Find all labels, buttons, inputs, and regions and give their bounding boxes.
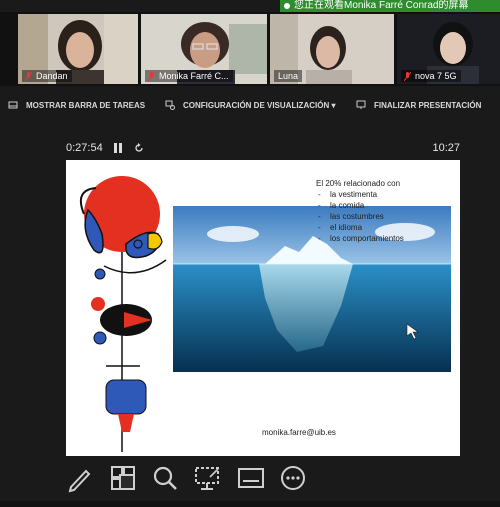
- bottom-strip: [0, 501, 500, 507]
- presentation-timer-row: 0:27:54 10:27: [66, 142, 460, 156]
- elapsed-time: 0:27:54: [66, 142, 103, 154]
- pen-tool-button[interactable]: [64, 463, 94, 493]
- end-presentation-label: FINALIZAR PRESENTACIÓN: [374, 100, 482, 110]
- participant-name: Luna: [274, 70, 303, 82]
- current-clock: 10:27: [432, 142, 460, 154]
- pen-icon: [68, 469, 91, 493]
- show-taskbar-label: MOSTRAR BARRA DE TAREAS: [26, 100, 146, 110]
- presenter-tools: [0, 460, 500, 496]
- slide-list-item: - la vestimenta: [318, 190, 378, 199]
- display-settings-button[interactable]: CONFIGURACIÓN DE VISUALIZACIÓN ▾: [165, 100, 335, 110]
- subtitles-button[interactable]: [236, 463, 266, 493]
- laser-pointer-button[interactable]: [192, 463, 222, 493]
- more-options-button[interactable]: [278, 463, 308, 493]
- participant-tile-luna[interactable]: Luna: [270, 14, 394, 84]
- screen-share-banner: 您正在观看Monika Farré Conrad的屏幕: [280, 0, 500, 12]
- slide-email: monika.farre@uib.es: [262, 428, 336, 437]
- display-settings-icon: [165, 100, 175, 110]
- participant-video-strip: Dandan Monika Farré C... Luna nova 7 5G: [0, 12, 500, 86]
- end-presentation-icon: [356, 100, 366, 109]
- magnifier-icon: [153, 466, 177, 490]
- muted-mic-icon: [148, 72, 155, 81]
- presentation-slide: El 20% relacionado con - la vestimenta -l…: [66, 160, 460, 456]
- miro-illustration: [80, 176, 167, 452]
- banner-text: 您正在观看Monika Farré Conrad的屏幕: [294, 0, 469, 11]
- slide-list-item: - el idioma: [318, 223, 363, 232]
- muted-mic-icon: [25, 72, 32, 81]
- participant-tile-monika[interactable]: Monika Farré C...: [141, 14, 267, 84]
- iceberg-image: [173, 206, 451, 372]
- more-icon: [281, 466, 305, 490]
- grid-layout-icon: [111, 466, 135, 490]
- participant-name: Monika Farré C...: [145, 70, 233, 82]
- participant-name: Dandan: [22, 70, 72, 82]
- slide-list-item: - la comida: [318, 201, 365, 210]
- presentation-toolbar: MOSTRAR BARRA DE TAREAS CONFIGURACIÓN DE…: [0, 96, 500, 116]
- subtitles-icon: [238, 468, 264, 488]
- show-taskbar-button[interactable]: MOSTRAR BARRA DE TAREAS: [8, 100, 145, 110]
- slide-grid-button[interactable]: [108, 463, 138, 493]
- display-settings-label: CONFIGURACIÓN DE VISUALIZACIÓN ▾: [183, 100, 336, 110]
- participant-tile-nova[interactable]: nova 7 5G: [397, 14, 500, 84]
- taskbar-icon: [8, 101, 18, 109]
- slide-heading: El 20% relacionado con: [316, 179, 401, 188]
- reset-timer-icon[interactable]: [134, 143, 144, 153]
- slide-text: El 20% relacionado con - la vestimenta -l…: [316, 178, 404, 244]
- muted-mic-icon: [404, 72, 411, 81]
- participant-tile-dandan[interactable]: Dandan: [18, 14, 138, 84]
- record-dot-icon: [284, 3, 290, 9]
- screen-laser-icon: [195, 467, 219, 490]
- slide-list-item: - los comportamientos: [318, 234, 404, 243]
- participant-name: nova 7 5G: [401, 70, 461, 82]
- pause-icon[interactable]: [114, 143, 122, 153]
- zoom-button[interactable]: [150, 463, 180, 493]
- slide-list-item: - las costumbres: [318, 212, 384, 221]
- end-presentation-button[interactable]: FINALIZAR PRESENTACIÓN: [356, 100, 481, 110]
